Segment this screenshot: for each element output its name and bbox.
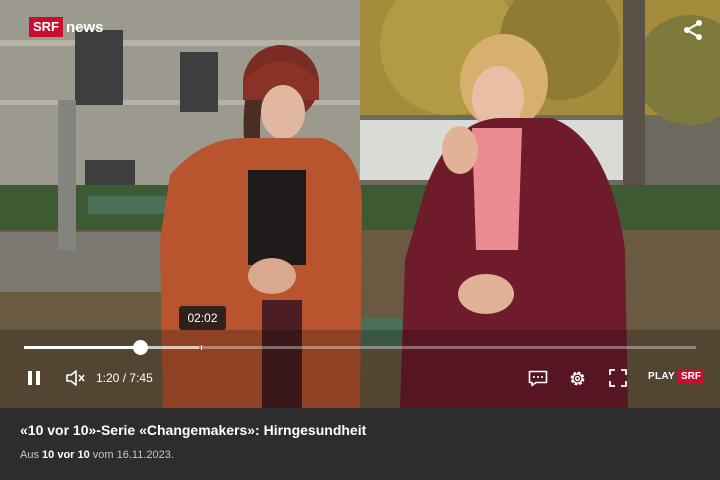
share-icon xyxy=(684,20,702,40)
play-srf-srf-mark: SRF xyxy=(677,370,704,383)
subtitles-button[interactable] xyxy=(528,370,548,387)
share-button[interactable] xyxy=(682,19,704,41)
time-separator: / xyxy=(122,371,127,385)
volume-icon xyxy=(66,370,85,386)
progress-bar[interactable] xyxy=(24,340,696,355)
news-logo-text: news xyxy=(66,18,104,36)
pause-button[interactable] xyxy=(26,370,42,386)
seek-preview-time: 02:02 xyxy=(179,306,226,330)
played-range xyxy=(24,346,140,349)
srf-logo-mark: SRF xyxy=(29,17,63,37)
duration: 7:45 xyxy=(129,371,153,385)
play-srf-play-text: PLAY xyxy=(648,371,675,382)
current-time: 1:20 xyxy=(96,371,120,385)
srf-news-logo: SRF news xyxy=(29,17,104,37)
play-srf-logo[interactable]: PLAY SRF xyxy=(648,370,704,383)
fullscreen-icon xyxy=(609,369,627,387)
meta-show-link[interactable]: 10 vor 10 xyxy=(42,449,90,461)
progress-handle[interactable] xyxy=(132,340,148,355)
video-player[interactable]: SRF news 02:02 1:20 / 7:45 PLAY SRF xyxy=(0,0,720,408)
meta-prefix: Aus xyxy=(20,449,39,461)
video-info-panel xyxy=(0,408,720,480)
hover-marker xyxy=(200,345,202,350)
fullscreen-button[interactable] xyxy=(609,369,627,387)
volume-button[interactable] xyxy=(65,369,85,387)
pause-icon xyxy=(28,371,40,385)
video-meta: Aus 10 vor 10 vom 16.11.2023. xyxy=(20,449,174,461)
meta-mid: vom xyxy=(92,449,114,461)
time-display: 1:20 / 7:45 xyxy=(96,371,153,385)
meta-date: 16.11.2023. xyxy=(116,449,174,461)
settings-button[interactable] xyxy=(568,369,587,388)
subtitles-icon xyxy=(528,370,548,387)
gear-icon xyxy=(570,371,585,386)
video-title: «10 vor 10»-Serie «Changemakers»: Hirnge… xyxy=(20,422,367,438)
